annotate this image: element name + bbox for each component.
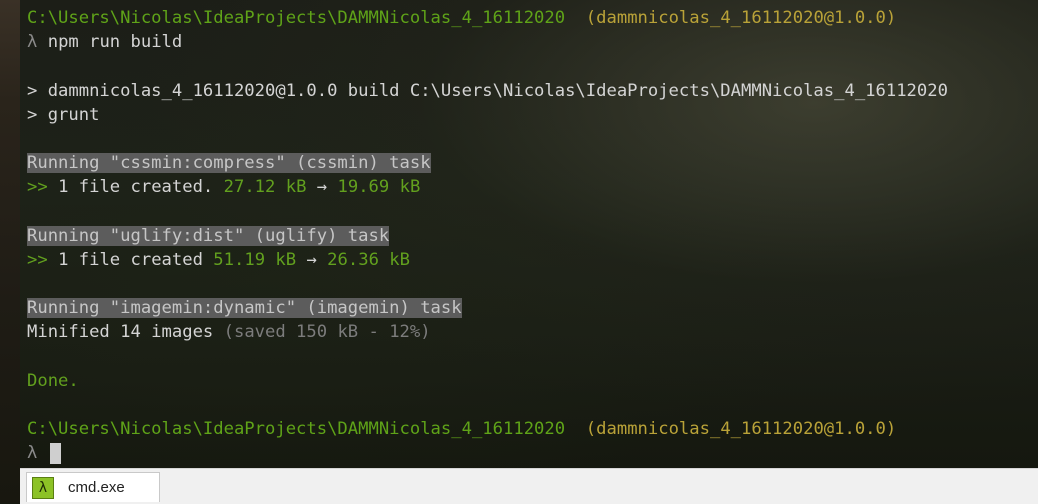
- prompt-line: C:\Users\Nicolas\IdeaProjects\DAMMNicola…: [27, 6, 948, 30]
- task-header-line: Running "imagemin:dynamic" (imagemin) ta…: [27, 296, 948, 320]
- input-line[interactable]: λ: [27, 441, 948, 465]
- desktop-background: [0, 0, 20, 503]
- result-prefix: >>: [27, 249, 48, 270]
- result-message: 1 file created.: [58, 177, 214, 198]
- task-header-imagemin: Running "imagemin:dynamic" (imagemin) ta…: [27, 298, 462, 319]
- text-cursor[interactable]: [49, 442, 61, 464]
- tab-cmd[interactable]: λ cmd.exe: [26, 472, 160, 502]
- lambda-prompt-icon: λ: [27, 443, 38, 464]
- prompt-path: C:\Users\Nicolas\IdeaProjects\DAMMNicola…: [27, 419, 566, 440]
- size-after: 19.69 kB: [337, 177, 421, 198]
- console-tab-bar: λ cmd.exe: [20, 468, 1038, 504]
- tab-label: cmd.exe: [68, 479, 125, 496]
- size-before: 51.19 kB: [213, 249, 297, 270]
- arrow-icon: →: [316, 177, 328, 198]
- command-line: λ npm run build: [27, 30, 948, 54]
- command-text: npm run build: [47, 32, 183, 53]
- size-before: 27.12 kB: [223, 177, 307, 198]
- lambda-console-icon: λ: [32, 476, 54, 499]
- grunt-line: > grunt: [27, 104, 100, 125]
- lambda-prompt-icon: λ: [27, 32, 38, 53]
- task-header-cssmin: Running "cssmin:compress" (cssmin) task: [27, 153, 431, 174]
- size-after: 26.36 kB: [327, 249, 410, 270]
- task-header-uglify: Running "uglify:dist" (uglify) task: [27, 225, 390, 246]
- done-line: Done.: [27, 370, 79, 391]
- prompt-package: (dammnicolas_4_16112020@1.0.0): [585, 419, 897, 440]
- task-result-line: >> 1 file created. 27.12 kB → 19.69 kB: [27, 175, 948, 199]
- task-result-line: >> 1 file created 51.19 kB → 26.36 kB: [27, 248, 948, 272]
- prompt-path: C:\Users\Nicolas\IdeaProjects\DAMMNicola…: [27, 8, 566, 28]
- result-message: 1 file created: [58, 249, 203, 270]
- terminal-output: C:\Users\Nicolas\IdeaProjects\DAMMNicola…: [27, 6, 948, 466]
- terminal-window[interactable]: C:\Users\Nicolas\IdeaProjects\DAMMNicola…: [20, 0, 1038, 468]
- task-result-line: Minified 14 images (saved 150 kB - 12%): [27, 320, 948, 344]
- prompt-package: (dammnicolas_4_16112020@1.0.0): [585, 8, 897, 28]
- arrow-icon: →: [306, 249, 317, 270]
- task-header-line: Running "cssmin:compress" (cssmin) task: [27, 151, 948, 175]
- task-header-line: Running "uglify:dist" (uglify) task: [27, 224, 948, 248]
- result-message: Minified 14 images: [27, 322, 214, 343]
- build-script-line: > dammnicolas_4_16112020@1.0.0 build C:\…: [27, 80, 948, 101]
- saved-summary: (saved 150 kB - 12%): [223, 322, 431, 343]
- result-prefix: >>: [27, 177, 48, 198]
- prompt-line: C:\Users\Nicolas\IdeaProjects\DAMMNicola…: [27, 417, 948, 441]
